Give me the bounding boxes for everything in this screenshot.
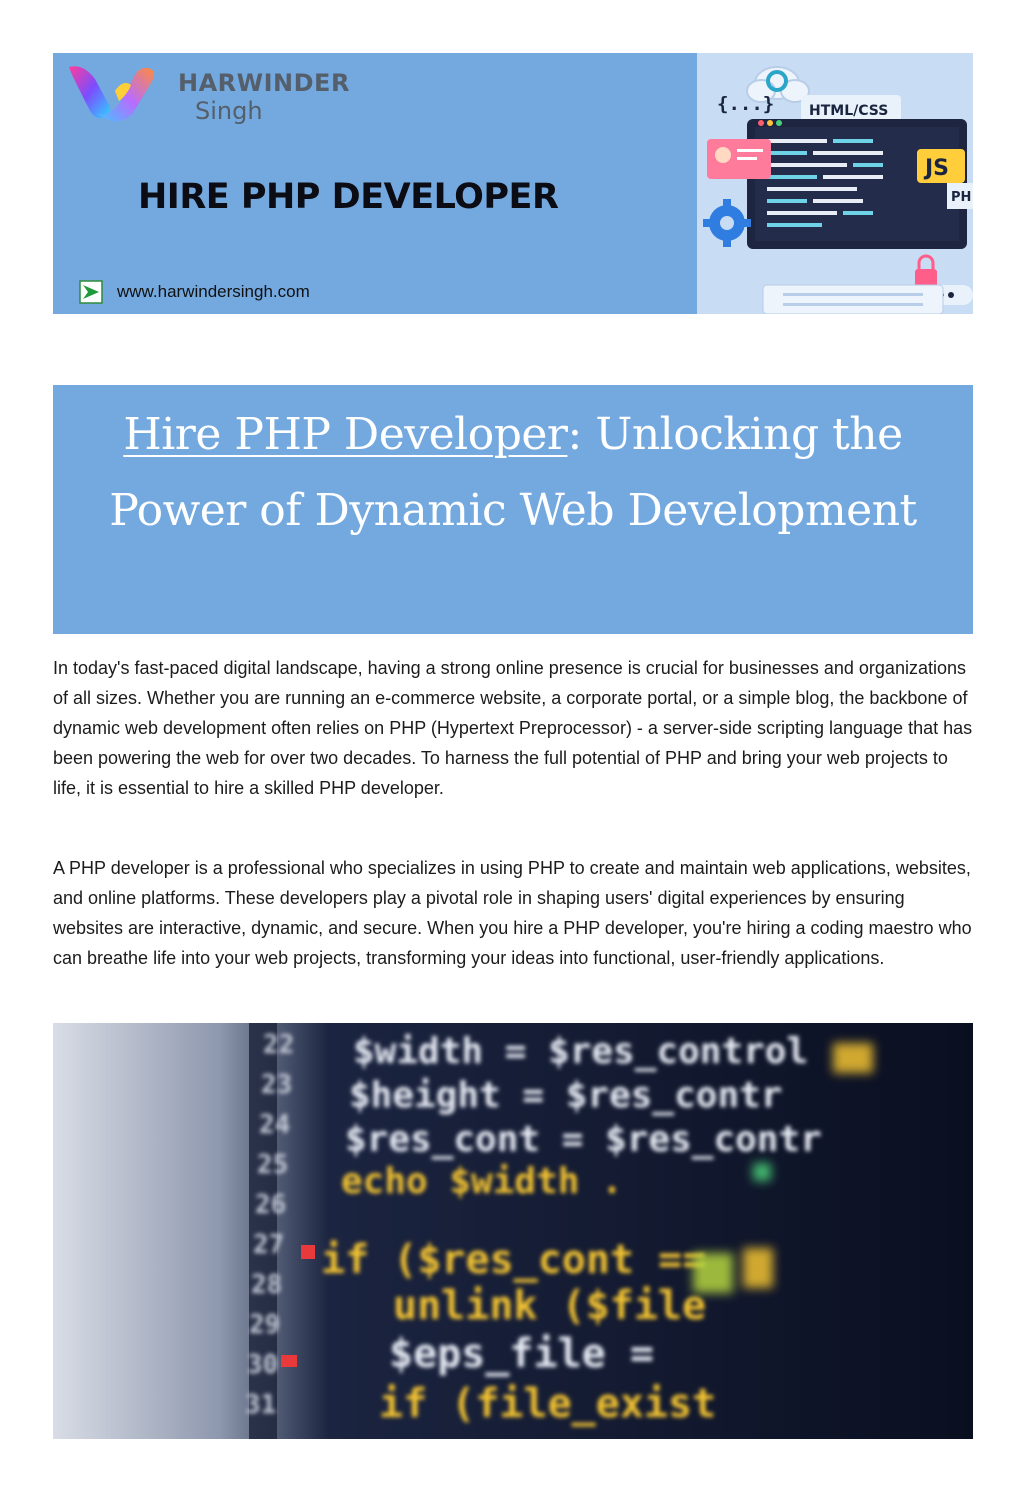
intro-paragraph: In today's fast-paced digital landscape,… — [53, 658, 973, 798]
hire-php-developer-link[interactable]: Hire PHP Developer — [123, 409, 568, 460]
breakpoint-marker — [301, 1245, 315, 1259]
gear-icon — [703, 199, 751, 247]
article-hero: Hire PHP Developer: Unlocking the Power … — [53, 385, 973, 634]
code-line: $res_cont = $res_contr — [345, 1119, 822, 1160]
article-title: Hire PHP Developer: Unlocking the Power … — [53, 385, 973, 549]
profile-card-icon — [707, 139, 771, 179]
developer-role-paragraph: A PHP developer is a professional who sp… — [53, 858, 972, 968]
website-link[interactable]: www.harwindersingh.com — [117, 282, 310, 302]
monitor-icon — [747, 119, 967, 249]
logo-name-line1: HARWINDER — [178, 69, 350, 97]
line-number: 25 — [257, 1150, 288, 1180]
php-code-photo: 22 23 24 25 26 27 28 29 30 31 $width = $… — [53, 1023, 973, 1439]
logo-name-line2: Singh — [195, 97, 263, 125]
lock-icon — [915, 254, 937, 287]
code-line: $height = $res_contr — [349, 1075, 782, 1116]
banner-title: HIRE PHP DEVELOPER — [138, 177, 559, 217]
line-number: 23 — [261, 1070, 292, 1100]
line-number: 26 — [255, 1190, 286, 1220]
arrow-right-icon — [79, 280, 103, 304]
code-line: $eps_file = — [389, 1331, 654, 1377]
code-line: if (file_exist — [379, 1381, 716, 1427]
line-number: 29 — [249, 1310, 280, 1340]
line-number: 30 — [247, 1350, 278, 1380]
line-number: 22 — [263, 1030, 294, 1060]
code-line: if ($res_cont == — [321, 1237, 706, 1283]
header-banner: HARWINDER Singh HIRE PHP DEVELOPER www.h… — [53, 53, 973, 314]
php-badge-label: PH — [951, 190, 971, 205]
line-number: 27 — [253, 1230, 284, 1260]
logo-mark-icon — [69, 66, 154, 122]
js-badge-label: JS — [923, 156, 949, 181]
brand-logo[interactable]: HARWINDER Singh — [65, 61, 365, 131]
braces-label: {...} — [717, 93, 774, 115]
web-dev-illustration-graphic: {...} HTML/CSS JS PH — [703, 66, 973, 314]
code-photo-graphic: 22 23 24 25 26 27 28 29 30 31 $width = $… — [53, 1023, 973, 1439]
code-line: $width = $res_control — [353, 1031, 808, 1072]
line-number: 28 — [251, 1270, 282, 1300]
html-css-label: HTML/CSS — [809, 103, 888, 119]
breakpoint-marker — [281, 1355, 297, 1367]
code-line: echo $width . — [341, 1161, 623, 1202]
line-number: 31 — [245, 1390, 276, 1420]
line-number: 24 — [259, 1110, 290, 1140]
code-line: unlink ($file — [393, 1283, 706, 1329]
website-row[interactable]: www.harwindersingh.com — [79, 279, 310, 305]
web-dev-illustration: {...} HTML/CSS JS PH — [697, 53, 973, 314]
